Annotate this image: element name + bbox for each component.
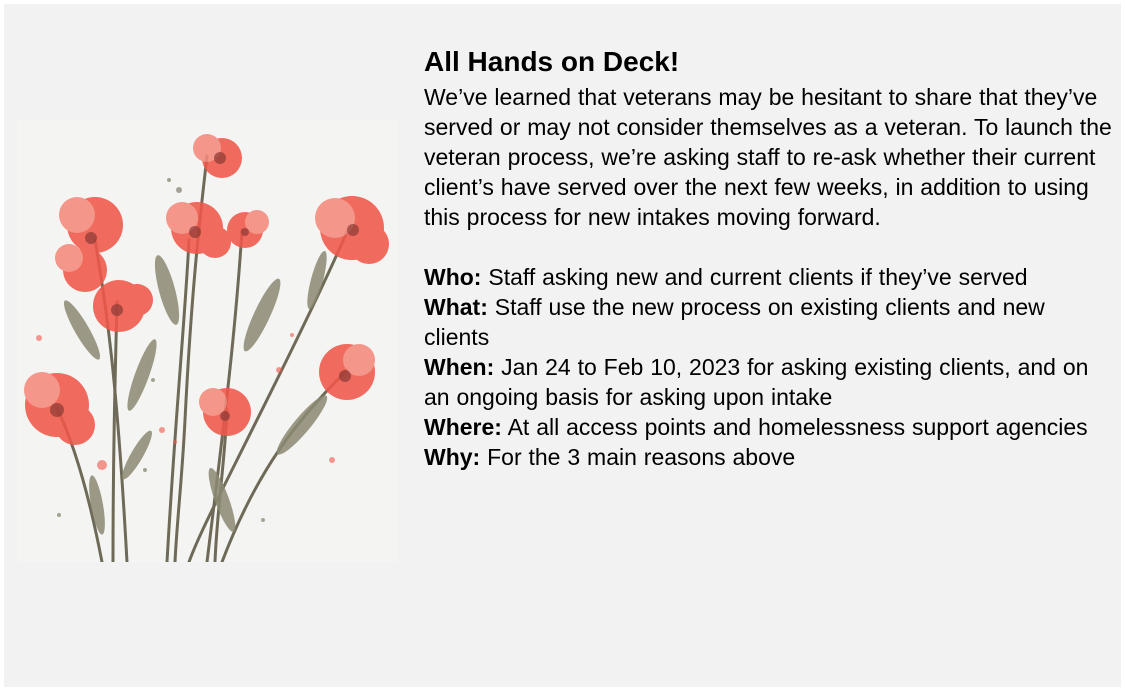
announcement-title: All Hands on Deck! — [424, 46, 680, 77]
detail-text: Jan 24 to Feb 10, 2023 for asking existi… — [424, 354, 1089, 410]
detail-text: At all access points and homelessness su… — [507, 414, 1088, 440]
detail-what: What: Staff use the new process on exist… — [424, 292, 1114, 352]
detail-label: Where: — [424, 414, 502, 440]
poppy-illustration — [17, 120, 397, 564]
detail-label: When: — [424, 354, 495, 380]
announcement-text: All Hands on Deck! We’ve learned that ve… — [424, 44, 1114, 472]
detail-where: Where: At all access points and homeless… — [424, 412, 1114, 442]
detail-label: Why: — [424, 444, 481, 470]
detail-text: Staff use the new process on existing cl… — [424, 294, 1045, 350]
intro-paragraph: We’ve learned that veterans may be hesit… — [424, 84, 1112, 230]
detail-text: Staff asking new and current clients if … — [488, 264, 1028, 290]
detail-who: Who: Staff asking new and current client… — [424, 262, 1114, 292]
detail-label: Who: — [424, 264, 482, 290]
watercolor-poppies-icon — [24, 134, 389, 564]
detail-label: What: — [424, 294, 488, 320]
detail-why: Why: For the 3 main reasons above — [424, 442, 1114, 472]
detail-text: For the 3 main reasons above — [487, 444, 796, 470]
detail-when: When: Jan 24 to Feb 10, 2023 for asking … — [424, 352, 1114, 412]
